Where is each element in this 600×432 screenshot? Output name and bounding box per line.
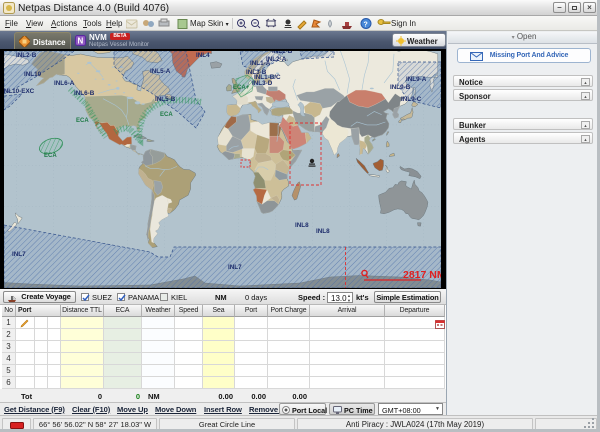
svg-text:N: N — [78, 37, 84, 46]
svg-text:INL6-A: INL6-A — [54, 80, 75, 87]
svg-text:INL2-B: INL2-B — [16, 52, 37, 59]
svg-text:INL10-EXC: INL10-EXC — [4, 88, 35, 95]
svg-text:INL10: INL10 — [24, 71, 42, 78]
svg-text:ECA: ECA — [76, 118, 89, 124]
svg-text:?: ? — [364, 22, 368, 29]
svg-text:INL8: INL8 — [295, 222, 309, 229]
svg-text:INL4: INL4 — [196, 52, 210, 59]
svg-text:INL1-A: INL1-A — [250, 60, 271, 67]
svg-text:INL7: INL7 — [12, 251, 26, 258]
svg-text:INL9-A: INL9-A — [406, 76, 427, 83]
svg-text:INL9-B: INL9-B — [390, 84, 411, 91]
svg-text:INL7: INL7 — [228, 264, 242, 271]
svg-text:ECA: ECA — [160, 112, 173, 118]
svg-text:INL8: INL8 — [316, 228, 330, 235]
svg-text:INL3-D: INL3-D — [252, 80, 273, 87]
svg-text:INL5-B: INL5-B — [155, 96, 176, 103]
svg-text:ECA+: ECA+ — [233, 85, 250, 91]
svg-text:INL9-C: INL9-C — [401, 96, 422, 103]
svg-text:INL1-B: INL1-B — [272, 51, 293, 55]
svg-text:2817 NM: 2817 NM — [403, 269, 441, 281]
svg-text:INL5-A: INL5-A — [150, 68, 171, 75]
svg-text:ECA: ECA — [44, 153, 57, 159]
svg-text:INL6-B: INL6-B — [74, 90, 95, 97]
